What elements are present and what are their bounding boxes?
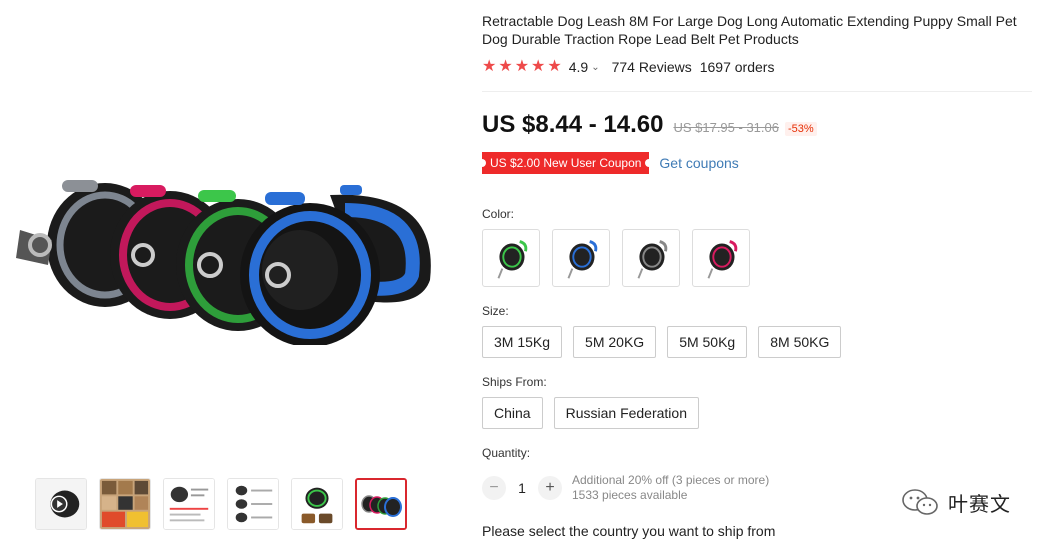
thumbnail-strip bbox=[35, 478, 407, 530]
product-title: Retractable Dog Leash 8M For Large Dog L… bbox=[482, 13, 1017, 47]
leash-group-image bbox=[16, 180, 431, 347]
discount-badge: -53% bbox=[784, 122, 817, 136]
reviews-link[interactable]: 774 Reviews bbox=[612, 59, 692, 75]
color-label: Color: bbox=[482, 207, 515, 221]
size-label: Size: bbox=[482, 304, 509, 318]
new-user-coupon[interactable]: US $2.00 New User Coupon bbox=[477, 152, 654, 174]
thumbnail-video[interactable] bbox=[35, 478, 87, 530]
photo-collage-icon bbox=[100, 479, 150, 529]
color-option-blue[interactable] bbox=[552, 229, 610, 287]
color-options bbox=[482, 229, 750, 287]
star-icon: ★ bbox=[547, 58, 562, 75]
decrease-quantity-button[interactable]: − bbox=[482, 476, 506, 500]
ships-from-label: Ships From: bbox=[482, 375, 547, 389]
star-icon: ★ bbox=[531, 58, 546, 75]
orders-count: 1697 orders bbox=[699, 59, 775, 75]
all-colors-thumb-icon bbox=[357, 480, 405, 528]
ships-from-option[interactable]: China bbox=[482, 397, 543, 429]
video-thumbnail-icon bbox=[36, 479, 86, 529]
thumbnail-photo-collage[interactable] bbox=[99, 478, 151, 530]
bulk-discount-note: Additional 20% off (3 pieces or more) bbox=[572, 473, 770, 487]
blue-leash-icon bbox=[567, 240, 598, 279]
price-row: US $8.44 - 14.60 US $17.95 - 31.06 -53% bbox=[482, 111, 817, 139]
thumbnail-spec-sheet[interactable] bbox=[163, 478, 215, 530]
star-icon: ★ bbox=[514, 58, 530, 75]
ships-from-options: China Russian Federation bbox=[482, 397, 699, 429]
grey-leash-icon bbox=[637, 240, 668, 279]
shipping-prompt: Please select the country you want to sh… bbox=[482, 523, 776, 539]
quantity-input[interactable]: 1 bbox=[506, 480, 538, 496]
product-gallery bbox=[0, 0, 455, 549]
thumbnail-all-colors[interactable] bbox=[355, 478, 407, 530]
original-price: US $17.95 - 31.06 bbox=[673, 120, 779, 135]
divider bbox=[482, 91, 1032, 92]
spec-sheet-icon bbox=[164, 479, 214, 529]
quantity-note: Additional 20% off (3 pieces or more) 15… bbox=[572, 473, 769, 503]
color-option-pink[interactable] bbox=[692, 229, 750, 287]
chevron-down-icon[interactable]: ⌄ bbox=[591, 62, 599, 73]
current-price: US $8.44 - 14.60 bbox=[482, 111, 664, 138]
watermark-text: 叶赛文 bbox=[948, 493, 1011, 516]
size-option[interactable]: 3M 15Kg bbox=[482, 326, 563, 358]
thumbnail-green-leash[interactable] bbox=[291, 478, 343, 530]
quantity-stepper: − 1 + Additional 20% off (3 pieces or mo… bbox=[482, 473, 769, 503]
size-option[interactable]: 8M 50KG bbox=[758, 326, 842, 358]
size-option[interactable]: 5M 20KG bbox=[573, 326, 657, 358]
size-options: 3M 15Kg 5M 20KG 5M 50Kg 8M 50KG bbox=[482, 326, 842, 358]
watermark: 叶赛文 bbox=[900, 487, 1011, 517]
rating-stars[interactable]: ★ ★ ★ ★ ★ bbox=[482, 59, 562, 75]
color-option-green[interactable] bbox=[482, 229, 540, 287]
color-option-grey[interactable] bbox=[622, 229, 680, 287]
green-leash-icon bbox=[497, 240, 528, 279]
star-icon: ★ bbox=[482, 58, 497, 75]
star-icon: ★ bbox=[498, 58, 513, 75]
thumbnail-size-chart[interactable] bbox=[227, 478, 279, 530]
pink-leash-icon bbox=[707, 240, 738, 279]
rating-row: ★ ★ ★ ★ ★ 4.9 ⌄ 774 Reviews 1697 orders bbox=[482, 59, 775, 76]
wechat-icon bbox=[902, 489, 938, 515]
rating-value[interactable]: 4.9 bbox=[569, 59, 588, 75]
main-product-image[interactable] bbox=[10, 170, 445, 347]
ships-from-option[interactable]: Russian Federation bbox=[553, 397, 699, 429]
increase-quantity-button[interactable]: + bbox=[538, 476, 562, 500]
size-chart-icon bbox=[228, 479, 278, 529]
size-option[interactable]: 5M 50Kg bbox=[667, 326, 748, 358]
coupon-row: US $2.00 New User Coupon Get coupons bbox=[477, 152, 739, 174]
green-leash-thumb-icon bbox=[292, 479, 342, 529]
get-coupons-link[interactable]: Get coupons bbox=[659, 155, 738, 171]
stock-available: 1533 pieces available bbox=[572, 488, 688, 502]
quantity-label: Quantity: bbox=[482, 446, 531, 460]
